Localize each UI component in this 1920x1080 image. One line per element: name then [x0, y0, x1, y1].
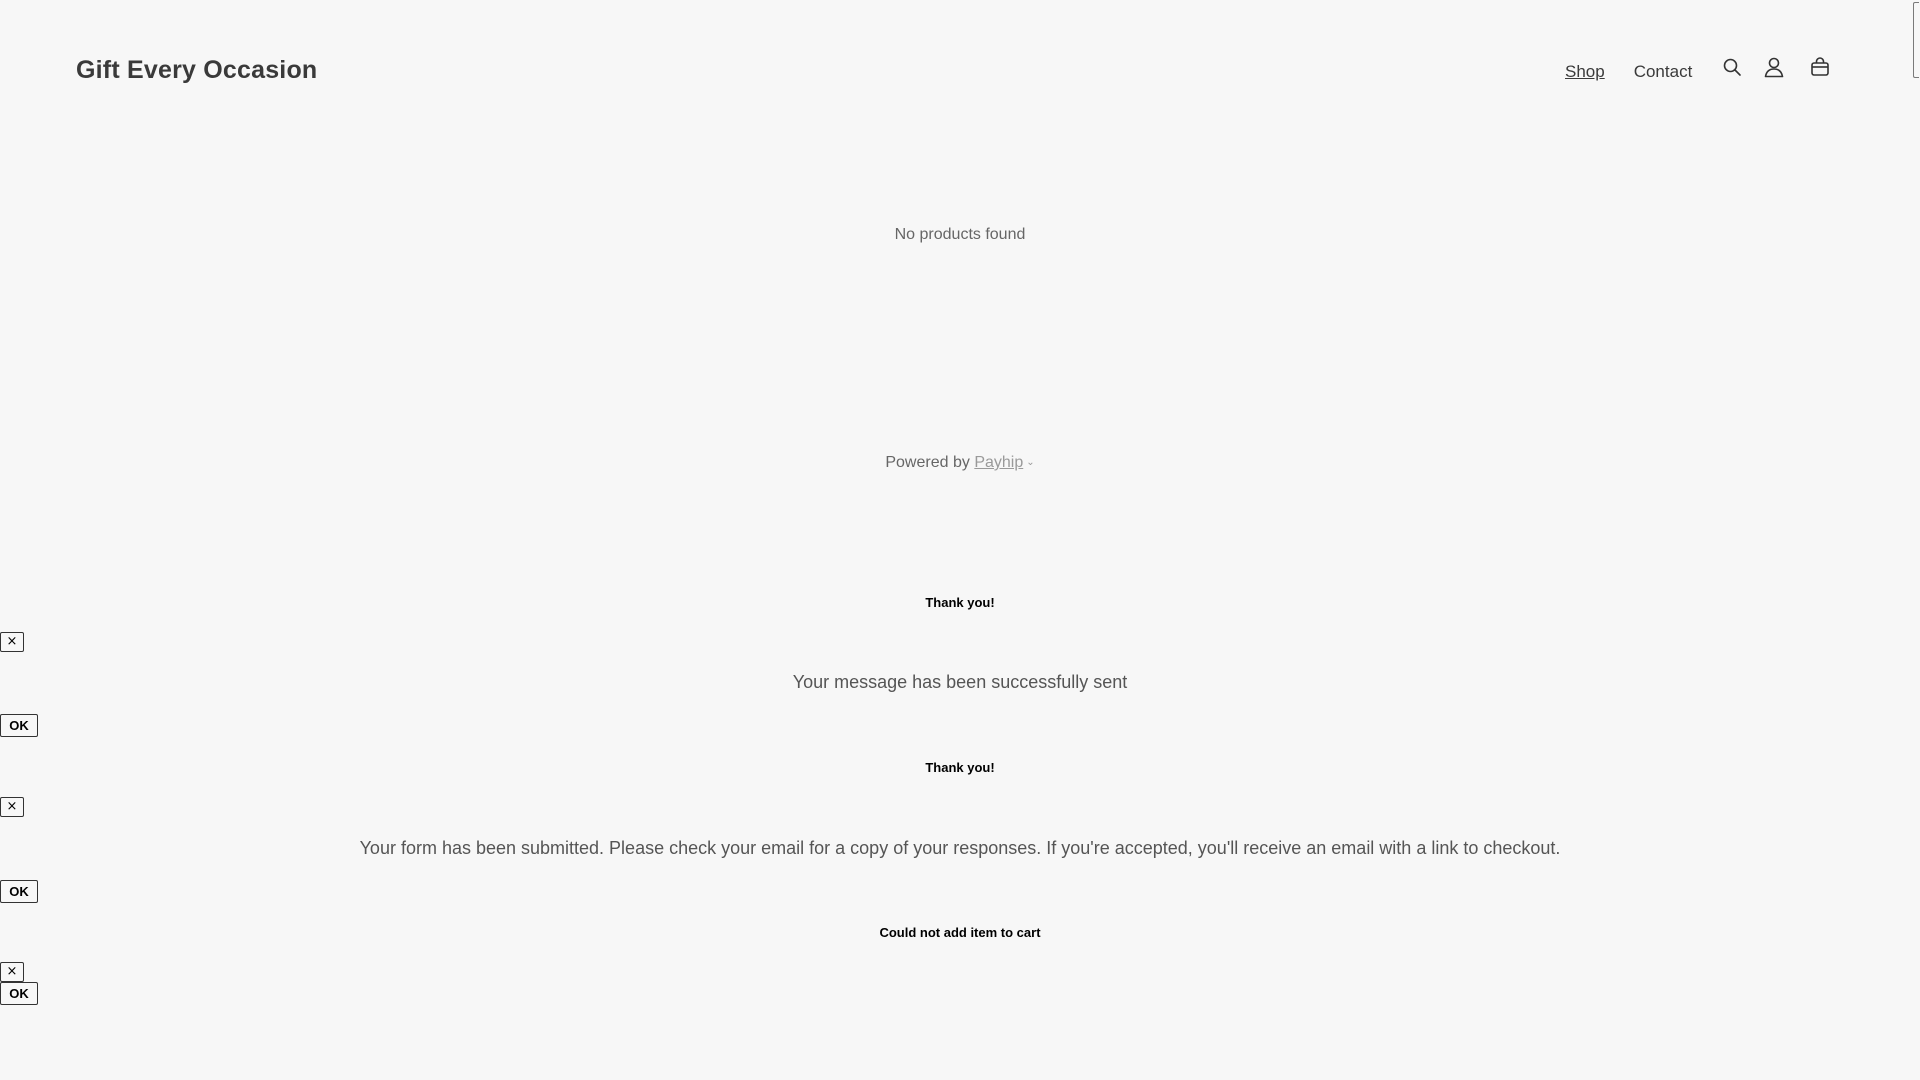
store-logo[interactable]: Gift Every Occasion: [76, 56, 317, 85]
nav-shop-link[interactable]: Shop: [1565, 62, 1605, 82]
scrollbar-thumb[interactable]: [1913, 2, 1919, 78]
payhip-link[interactable]: Payhip: [974, 454, 1023, 471]
empty-products-message: No products found: [894, 226, 1026, 243]
page: Gift Every Occasion Shop Contact No prod…: [0, 0, 1920, 1080]
nav-contact-link[interactable]: Contact: [1634, 62, 1693, 82]
modal-title: Could not add item to cart: [879, 925, 1041, 940]
close-button[interactable]: ×: [0, 797, 24, 817]
modal-message: Your form has been submitted. Please che…: [359, 838, 1561, 858]
modal-title: Thank you!: [925, 760, 995, 775]
ok-button[interactable]: OK: [0, 714, 38, 737]
main-nav: Shop Contact: [1565, 62, 1692, 82]
powered-by-label: Powered by: [885, 454, 970, 471]
modal-message: Your message has been successfully sent: [792, 672, 1128, 692]
account-icon[interactable]: [1762, 55, 1786, 79]
modal-title: Thank you!: [925, 595, 995, 610]
close-button[interactable]: ×: [0, 962, 24, 982]
ok-button[interactable]: OK: [0, 982, 38, 1005]
close-button[interactable]: ×: [0, 632, 24, 652]
vertical-scrollbar[interactable]: [1912, 0, 1920, 1080]
cart-icon[interactable]: [1808, 55, 1832, 79]
ok-button[interactable]: OK: [0, 880, 38, 903]
chevron-down-icon[interactable]: ⌄: [1026, 457, 1034, 468]
powered-by: Powered by Payhip ⌄: [0, 454, 1920, 472]
site-header: Gift Every Occasion Shop Contact: [0, 0, 1912, 140]
search-icon[interactable]: [1720, 55, 1744, 79]
